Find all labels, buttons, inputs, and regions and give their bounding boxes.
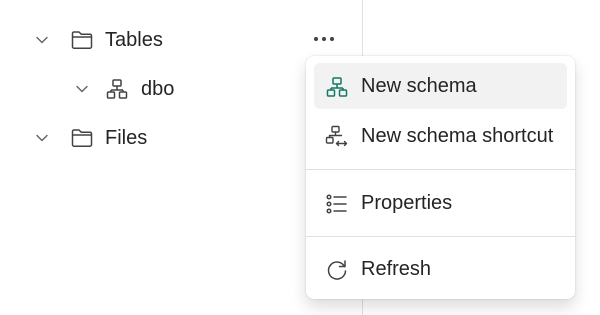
menu-item-label: New schema shortcut (361, 124, 554, 147)
tree-item-label: Files (105, 126, 148, 149)
menu-item-label: Properties (361, 191, 453, 214)
menu-separator (306, 169, 575, 170)
ellipsis-icon (313, 36, 335, 42)
tree-item-files[interactable]: Files (34, 121, 147, 155)
menu-separator (306, 236, 575, 237)
chevron-down-icon[interactable] (34, 32, 50, 48)
menu-item-label: New schema (361, 74, 477, 97)
menu-item-new-schema-shortcut[interactable]: New schema shortcut (314, 113, 567, 159)
folder-icon (70, 127, 94, 149)
tree-item-dbo[interactable]: dbo (74, 72, 174, 106)
tree-item-tables[interactable]: Tables (34, 23, 163, 57)
properties-list-icon (325, 192, 349, 216)
chevron-down-icon[interactable] (34, 130, 50, 146)
schema-shortcut-icon (325, 125, 349, 149)
tree-item-label: dbo (141, 77, 175, 100)
refresh-icon (325, 258, 349, 282)
menu-item-properties[interactable]: Properties (314, 180, 567, 226)
context-menu: New schema New schema shortcut Propertie… (306, 56, 575, 299)
schema-icon (106, 78, 128, 100)
more-options-button[interactable] (306, 24, 342, 54)
menu-item-refresh[interactable]: Refresh (314, 246, 567, 292)
menu-item-new-schema[interactable]: New schema (314, 63, 567, 109)
chevron-down-icon[interactable] (74, 81, 90, 97)
tree-item-label: Tables (105, 28, 163, 51)
menu-item-label: Refresh (361, 257, 432, 280)
schema-icon (325, 75, 349, 99)
folder-icon (70, 29, 94, 51)
